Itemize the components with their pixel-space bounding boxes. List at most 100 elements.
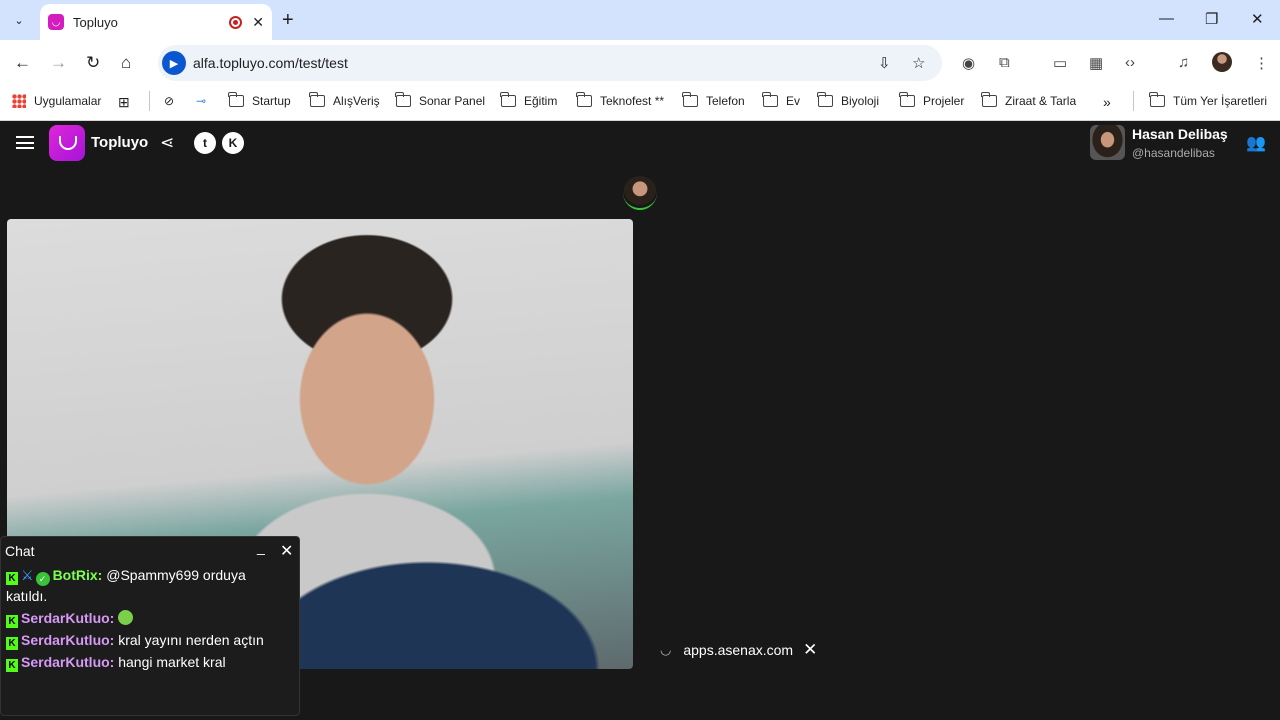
close-window-icon[interactable]: ✕ bbox=[1251, 10, 1264, 28]
folder-icon bbox=[762, 92, 778, 107]
reload-icon[interactable]: ↻ bbox=[86, 53, 100, 73]
bookmark-teknofest[interactable]: Teknofest ** bbox=[576, 92, 664, 108]
tab-groups-icon[interactable]: ⊞ bbox=[118, 94, 130, 111]
sword-badge-icon: ⚔ bbox=[21, 567, 34, 583]
bookmark-sonar-panel[interactable]: Sonar Panel bbox=[395, 92, 486, 108]
verified-badge-icon: ✓ bbox=[35, 572, 50, 586]
share-icon[interactable]: ⋖ bbox=[160, 133, 174, 153]
folder-icon bbox=[817, 92, 833, 107]
topluyo-logo[interactable] bbox=[49, 125, 85, 161]
chat-username[interactable]: SerdarKutluo: bbox=[21, 654, 114, 670]
kick-badge-icon: K bbox=[6, 572, 18, 585]
bookmark-label: Startup bbox=[252, 94, 291, 108]
chat-close-icon[interactable]: ✕ bbox=[280, 541, 293, 561]
bookmark-ziraat-tarla[interactable]: Ziraat & Tarla bbox=[981, 92, 1076, 108]
home-icon[interactable]: ⌂ bbox=[121, 53, 131, 73]
browser-toolbar: ← → ↻ ⌂ ▶ alfa.topluyo.com/test/test ⇩ ☆… bbox=[0, 40, 1280, 86]
bookmark-biyoloji[interactable]: Biyoloji bbox=[817, 92, 879, 108]
kick-badge-icon: K bbox=[6, 615, 18, 628]
forward-icon[interactable]: → bbox=[50, 53, 67, 73]
tab-strip: ⌄ ◡ Topluyo ✕ + — ❐ ✕ bbox=[0, 0, 1280, 40]
screenshot-icon[interactable]: ◉ bbox=[962, 54, 975, 72]
bookmark-label: Projeler bbox=[923, 94, 965, 108]
browser-tab[interactable]: ◡ Topluyo ✕ bbox=[40, 4, 272, 40]
chat-message: K SerdarKutluo: kral yayını nerden açtın bbox=[6, 630, 264, 651]
cast-icon[interactable]: ▭ bbox=[1053, 54, 1067, 72]
bookmark-label: Sonar Panel bbox=[419, 94, 486, 108]
bookmark-telefon[interactable]: Telefon bbox=[682, 92, 745, 108]
topluyo-app: Topluyo ⋖ t K Hasan Delibaş @hasandeliba… bbox=[0, 122, 1280, 720]
devtools-icon[interactable]: ‹› bbox=[1125, 54, 1135, 71]
tab-title: Topluyo bbox=[73, 14, 118, 30]
bookmark-icon-2[interactable]: ⊸ bbox=[196, 94, 206, 108]
folder-icon bbox=[981, 92, 997, 107]
user-avatar[interactable] bbox=[1090, 125, 1125, 160]
bookmark-projeler[interactable]: Projeler bbox=[899, 92, 965, 108]
qr-code-icon[interactable]: ▦ bbox=[1089, 54, 1103, 72]
chat-message: K SerdarKutluo: hangi market kral bbox=[6, 652, 226, 673]
folder-icon bbox=[500, 92, 516, 107]
back-icon[interactable]: ← bbox=[14, 53, 31, 73]
share-domain: apps.asenax.com bbox=[683, 642, 794, 658]
tab-search-icon[interactable]: ⌄ bbox=[6, 8, 32, 32]
bookmark-label: Telefon bbox=[706, 94, 745, 108]
close-tab-icon[interactable]: ✕ bbox=[252, 14, 264, 31]
install-icon[interactable]: ⇩ bbox=[878, 54, 891, 72]
bookmark-icon-1[interactable]: ⊘ bbox=[164, 94, 174, 108]
user-name: Hasan Delibaş bbox=[1132, 126, 1228, 142]
screen-share-bar: ◡ apps.asenax.com ✕ bbox=[660, 640, 817, 660]
bookmark-divider bbox=[149, 91, 150, 111]
media-control-icon[interactable]: ♫ bbox=[1178, 54, 1189, 71]
extensions-icon[interactable]: ⧉ bbox=[999, 54, 1010, 71]
chat-text: hangi market kral bbox=[118, 654, 226, 670]
chat-username[interactable]: BotRix: bbox=[53, 567, 103, 583]
restore-icon[interactable]: ❐ bbox=[1205, 10, 1218, 28]
chat-minimize-icon[interactable]: _ bbox=[257, 539, 265, 555]
bookmark-label: Tüm Yer İşaretleri bbox=[1173, 94, 1268, 108]
bookmark-apps[interactable]: Uygulamalar bbox=[12, 94, 101, 108]
kick-badge-icon: K bbox=[6, 659, 18, 672]
more-bookmarks-icon[interactable]: » bbox=[1103, 94, 1111, 110]
emoji-icon bbox=[118, 610, 134, 625]
pause-share-icon[interactable]: ◡ bbox=[660, 642, 671, 658]
profile-avatar[interactable] bbox=[1212, 52, 1232, 72]
chat-username[interactable]: SerdarKutluo: bbox=[21, 632, 114, 648]
hamburger-menu-icon[interactable] bbox=[16, 136, 34, 149]
stop-share-icon[interactable]: ✕ bbox=[803, 640, 817, 660]
brand-name: Topluyo bbox=[91, 134, 149, 151]
bookmark-all[interactable]: Tüm Yer İşaretleri bbox=[1149, 92, 1268, 108]
bookmark-label: Ev bbox=[786, 94, 801, 108]
address-bar[interactable]: ▶ alfa.topluyo.com/test/test ⇩ ☆ bbox=[158, 45, 942, 81]
chat-username[interactable]: SerdarKutluo: bbox=[21, 610, 114, 626]
url-text[interactable]: alfa.topluyo.com/test/test bbox=[193, 55, 348, 71]
bookmarks-bar: Uygulamalar ⊞ ⊘ ⊸ Startup AlışVeriş Sona… bbox=[0, 86, 1280, 121]
chat-message: K ⚔ ✓ BotRix: @Spammy699 orduya katıldı. bbox=[6, 565, 296, 607]
chat-message: K SerdarKutluo: bbox=[6, 608, 134, 629]
bookmark-label: Eğitim bbox=[524, 94, 558, 108]
kick-badge-icon: K bbox=[6, 637, 18, 650]
minimize-icon[interactable]: — bbox=[1159, 10, 1174, 27]
folder-icon bbox=[899, 92, 915, 107]
participants-icon[interactable]: 👥 bbox=[1246, 133, 1266, 153]
folder-icon bbox=[228, 92, 244, 107]
bookmark-egitim[interactable]: Eğitim bbox=[500, 92, 558, 108]
bookmark-label: AlışVeriş bbox=[333, 94, 380, 108]
chat-text: @Spammy699 orduya bbox=[106, 567, 246, 583]
camera-site-icon[interactable]: ▶ bbox=[162, 51, 186, 75]
kick-icon[interactable]: K bbox=[222, 132, 244, 154]
bookmark-divider bbox=[1133, 91, 1134, 111]
bookmark-alisveris[interactable]: AlışVeriş bbox=[309, 92, 380, 108]
more-menu-icon[interactable]: ⋮ bbox=[1254, 54, 1269, 72]
new-tab-icon[interactable]: + bbox=[282, 9, 294, 32]
topluyo-favicon-icon: ◡ bbox=[48, 14, 64, 30]
bookmark-ev[interactable]: Ev bbox=[762, 92, 801, 108]
folder-icon bbox=[576, 92, 592, 107]
apps-grid-icon bbox=[12, 94, 26, 108]
twitter-icon[interactable]: t bbox=[194, 132, 216, 154]
folder-icon bbox=[395, 92, 411, 107]
bookmark-startup[interactable]: Startup bbox=[228, 92, 291, 108]
bookmark-label: Uygulamalar bbox=[34, 94, 102, 108]
bookmark-star-icon[interactable]: ☆ bbox=[912, 54, 925, 72]
folder-icon bbox=[682, 92, 698, 107]
speaker-avatar[interactable] bbox=[623, 176, 657, 210]
